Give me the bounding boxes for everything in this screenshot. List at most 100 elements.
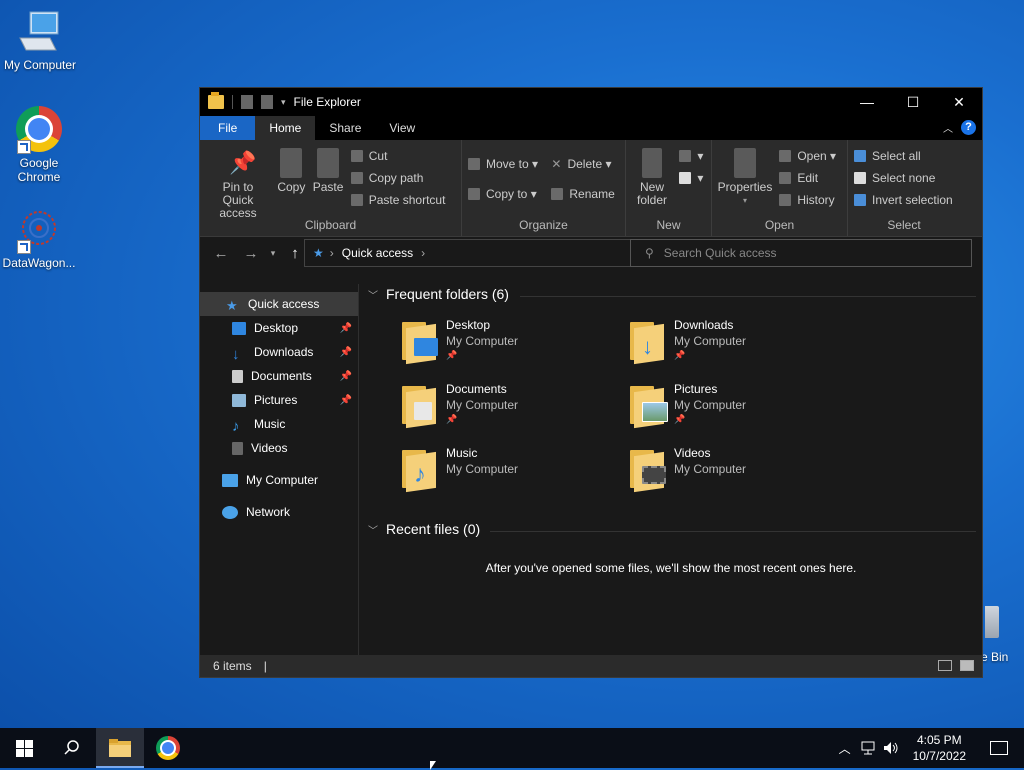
open-button[interactable]: Open ▾ xyxy=(779,148,836,164)
sidebar-item-my-computer[interactable]: My Computer xyxy=(200,468,358,492)
back-button[interactable]: ← xyxy=(206,245,236,262)
cut-button[interactable]: Cut xyxy=(350,148,446,164)
sidebar-item-videos[interactable]: Videos xyxy=(200,436,358,460)
pin-icon: 📌 xyxy=(339,394,352,406)
group-label: Open xyxy=(764,218,795,232)
invert-selection-icon xyxy=(854,194,866,206)
pin-icon: 📌 xyxy=(446,414,458,424)
desktop-icon-datawagon[interactable]: DataWagon... xyxy=(0,206,79,270)
desktop-icon-google-chrome[interactable]: Google Chrome xyxy=(0,106,79,184)
chrome-icon xyxy=(156,736,180,760)
new-folder-button[interactable]: New folder xyxy=(632,144,672,207)
folder-tile-downloads[interactable]: ↓ Downloads My Computer 📌 xyxy=(628,318,848,374)
copy-path-button[interactable]: Copy path xyxy=(350,170,446,186)
history-button[interactable]: History xyxy=(779,192,836,208)
edit-button[interactable]: Edit xyxy=(779,170,836,186)
pin-to-quick-access-button[interactable]: 📌 Pin to Quick access xyxy=(206,144,270,220)
clock[interactable]: 4:05 PM 10/7/2022 xyxy=(913,732,966,764)
sidebar-item-downloads[interactable]: ↓ Downloads 📌 xyxy=(200,340,358,364)
desktop-icon-my-computer[interactable]: My Computer xyxy=(0,8,80,72)
help-icon[interactable]: ? xyxy=(961,120,976,135)
sidebar-item-network[interactable]: Network xyxy=(200,500,358,524)
move-to-button[interactable]: Move to ▾ xyxy=(468,156,538,172)
customize-quick-access-toolbar-button[interactable]: ▾ xyxy=(281,97,286,108)
navigation-pane: ★ Quick access Desktop 📌 ↓ Downloads 📌 D… xyxy=(200,284,359,655)
copy-path-icon xyxy=(350,172,363,184)
folder-tile-music[interactable]: ♪ Music My Computer xyxy=(400,446,620,502)
easy-access-button[interactable]: ▾ xyxy=(679,170,703,186)
invert-selection-button[interactable]: Invert selection xyxy=(854,192,953,208)
collapse-ribbon-icon[interactable]: ︿ xyxy=(943,120,953,135)
forward-button[interactable]: → xyxy=(236,245,266,262)
file-explorer-window: ▾ File Explorer — ☐ ✕ File Home Share Vi… xyxy=(199,87,983,678)
sidebar-item-quick-access[interactable]: ★ Quick access xyxy=(200,292,358,316)
history-icon xyxy=(779,194,792,206)
move-icon xyxy=(468,158,480,170)
new-item-button[interactable]: ▾ xyxy=(679,148,703,164)
download-arrow-icon: ↓ xyxy=(232,345,240,363)
chevron-right-icon: › xyxy=(421,246,426,260)
search-box[interactable]: ⚲ Search Quick access xyxy=(630,239,972,267)
ribbon-group-clipboard: 📌 Pin to Quick access Copy Paste Cut Cop… xyxy=(200,140,462,236)
close-button[interactable]: ✕ xyxy=(936,88,982,116)
recycle-bin-icon xyxy=(985,606,999,638)
paste-button[interactable]: Paste xyxy=(313,144,343,194)
copy-button[interactable]: Copy xyxy=(277,144,305,194)
tab-home[interactable]: Home xyxy=(255,116,316,140)
network-icon[interactable] xyxy=(861,741,877,755)
music-note-icon: ♪ xyxy=(232,417,240,435)
copy-to-button[interactable]: Copy to ▾ xyxy=(468,186,538,202)
tab-file[interactable]: File xyxy=(200,116,256,140)
paste-shortcut-button[interactable]: Paste shortcut xyxy=(350,192,445,208)
pin-icon: 📌 xyxy=(446,350,458,360)
sidebar-item-pictures[interactable]: Pictures 📌 xyxy=(200,388,358,412)
sidebar-item-documents[interactable]: Documents 📌 xyxy=(200,364,358,388)
downloads-folder-icon: ↓ xyxy=(628,322,668,365)
folder-tile-videos[interactable]: Videos My Computer xyxy=(628,446,848,502)
address-location[interactable]: Quick access xyxy=(342,246,413,260)
network-icon xyxy=(222,505,238,519)
pictures-folder-icon xyxy=(628,386,668,429)
select-all-icon xyxy=(854,150,866,162)
ribbon-group-open: Properties ▾ Open ▾ Edit History Open xyxy=(712,140,848,236)
chrome-icon xyxy=(15,106,63,154)
sidebar-item-music[interactable]: ♪ Music xyxy=(200,412,358,436)
desktop-icon-recycle-bin[interactable]: e Bin xyxy=(981,606,1024,664)
maximize-button[interactable]: ☐ xyxy=(890,88,936,116)
folder-tile-desktop[interactable]: Desktop My Computer 📌 xyxy=(400,318,620,374)
volume-icon[interactable] xyxy=(883,741,899,755)
pin-icon: 📌 xyxy=(674,414,686,424)
tab-share[interactable]: Share xyxy=(315,116,375,140)
details-view-icon[interactable] xyxy=(938,660,952,671)
search-button[interactable] xyxy=(48,728,96,768)
search-input[interactable]: Search Quick access xyxy=(664,246,777,260)
start-button[interactable] xyxy=(0,728,48,768)
select-none-icon xyxy=(854,172,866,184)
group-label: New xyxy=(656,218,681,232)
sidebar-item-desktop[interactable]: Desktop 📌 xyxy=(200,316,358,340)
group-label: Clipboard xyxy=(304,218,357,232)
select-all-button[interactable]: Select all xyxy=(854,148,953,164)
title-bar[interactable]: ▾ File Explorer — ☐ ✕ xyxy=(200,88,982,116)
video-icon xyxy=(232,441,243,455)
rename-button[interactable]: Rename xyxy=(551,186,615,202)
large-icons-view-icon[interactable] xyxy=(960,660,974,671)
properties-quick-icon[interactable] xyxy=(241,95,253,109)
show-hidden-icons-button[interactable]: ︿ xyxy=(839,740,851,757)
properties-button[interactable]: Properties ▾ xyxy=(718,144,772,207)
recent-files-header[interactable]: ﹀ Recent files (0) xyxy=(368,521,480,537)
delete-button[interactable]: ✕ Delete ▾ xyxy=(551,156,614,172)
new-folder-quick-icon[interactable] xyxy=(261,95,273,109)
taskbar-file-explorer[interactable] xyxy=(96,728,144,768)
notifications-icon[interactable] xyxy=(990,741,1008,755)
divider xyxy=(520,296,976,297)
tab-view[interactable]: View xyxy=(375,116,429,140)
folder-tile-pictures[interactable]: Pictures My Computer 📌 xyxy=(628,382,848,438)
frequent-folders-header[interactable]: ﹀ Frequent folders (6) xyxy=(368,286,509,302)
minimize-button[interactable]: — xyxy=(844,88,890,116)
select-none-button[interactable]: Select none xyxy=(854,170,953,186)
taskbar-chrome[interactable] xyxy=(144,728,192,768)
folder-tile-documents[interactable]: Documents My Computer 📌 xyxy=(400,382,620,438)
content-pane: ﹀ Frequent folders (6) Desktop My Comput… xyxy=(360,284,982,655)
recent-locations-dropdown[interactable]: ▾ xyxy=(266,248,280,259)
